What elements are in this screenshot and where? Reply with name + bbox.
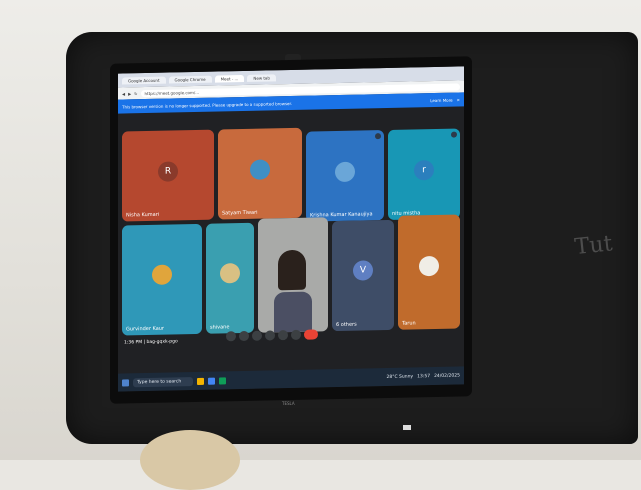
participant-name: shivane xyxy=(210,324,230,331)
browser-tab[interactable]: Meet - ... xyxy=(214,74,245,83)
leave-call-button[interactable] xyxy=(304,329,318,340)
browser-tab[interactable]: New tab xyxy=(247,73,276,82)
avatar: R xyxy=(158,160,178,182)
browser-tab[interactable]: Google Account xyxy=(122,76,166,85)
chalk-writing: Tut xyxy=(573,231,614,261)
learn-more-link[interactable]: Learn More xyxy=(430,97,452,102)
mic-icon xyxy=(375,133,381,140)
windows-start-icon[interactable] xyxy=(122,378,129,387)
close-icon[interactable]: ✕ xyxy=(457,97,460,102)
meeting-info: 1:36 PM | bag-gqxk-pgo xyxy=(124,339,178,346)
avatar xyxy=(250,158,270,180)
present-button[interactable] xyxy=(278,330,288,341)
participant-name: Satyam Tiwari xyxy=(222,209,258,217)
participant-tile[interactable]: Tarun xyxy=(398,214,460,330)
banner-message: This browser version is no longer suppor… xyxy=(122,100,293,110)
others-tile[interactable]: V 6 others xyxy=(332,219,394,332)
app-icon[interactable] xyxy=(219,376,227,385)
browser-tab[interactable]: Google Chrome xyxy=(168,75,212,84)
camera-button[interactable] xyxy=(239,330,249,342)
participant-tile[interactable]: Gurvinder Kaur xyxy=(122,223,202,336)
person-silhouette xyxy=(278,249,306,291)
participant-tile[interactable]: Satyam Tiwari xyxy=(218,127,302,220)
avatar xyxy=(419,256,439,277)
meeting-grid: R Nisha Kumari Satyam Tiwari Krishna Kum… xyxy=(118,106,464,349)
system-tray: 28°C Sunny 13:57 24/02/2025 xyxy=(386,373,460,380)
meeting-time: 1:36 PM xyxy=(124,340,143,346)
participant-name: Tarun xyxy=(402,320,416,327)
avatar xyxy=(335,161,355,182)
board-label-sticker xyxy=(403,425,411,430)
participant-tile[interactable]: R Nisha Kumari xyxy=(122,129,214,222)
participant-tile[interactable]: r nitu mistha xyxy=(388,128,460,220)
taskbar-search[interactable]: Type here to search xyxy=(133,376,194,387)
more-options-button[interactable] xyxy=(291,329,301,340)
forward-icon[interactable]: ▶ xyxy=(128,91,131,96)
back-icon[interactable]: ◀ xyxy=(122,91,125,96)
file-explorer-icon[interactable] xyxy=(197,377,205,385)
participant-name: Gurvinder Kaur xyxy=(126,325,164,333)
clock-date[interactable]: 24/02/2025 xyxy=(434,373,460,379)
participant-video[interactable] xyxy=(258,217,328,333)
participant-name: 6 others xyxy=(336,321,357,329)
foreground-object xyxy=(140,430,240,490)
weather-label[interactable]: 28°C Sunny xyxy=(386,374,413,380)
avatar xyxy=(220,262,240,283)
captions-button[interactable] xyxy=(252,330,262,341)
mic-button[interactable] xyxy=(226,331,236,342)
participant-tile[interactable]: shivane xyxy=(206,222,254,334)
avatar: r xyxy=(414,159,434,180)
meeting-code: bag-gqxk-pgo xyxy=(146,339,178,346)
person-body xyxy=(274,291,312,333)
reload-icon[interactable]: ↻ xyxy=(134,91,137,96)
monitor-brand: TESLA xyxy=(282,401,295,406)
chrome-icon[interactable] xyxy=(208,377,216,385)
avatar: V xyxy=(353,259,373,281)
mic-icon xyxy=(451,131,457,138)
meeting-controls xyxy=(226,329,318,342)
participant-name: Nisha Kumari xyxy=(126,211,160,219)
clock-time[interactable]: 13:57 xyxy=(417,374,430,379)
raise-hand-button[interactable] xyxy=(265,330,275,341)
participant-tile[interactable]: Krishna Kumar Kanaujiya xyxy=(306,130,384,222)
avatar xyxy=(152,263,172,285)
monitor-screen: Google Account Google Chrome Meet - ... … xyxy=(118,66,464,392)
